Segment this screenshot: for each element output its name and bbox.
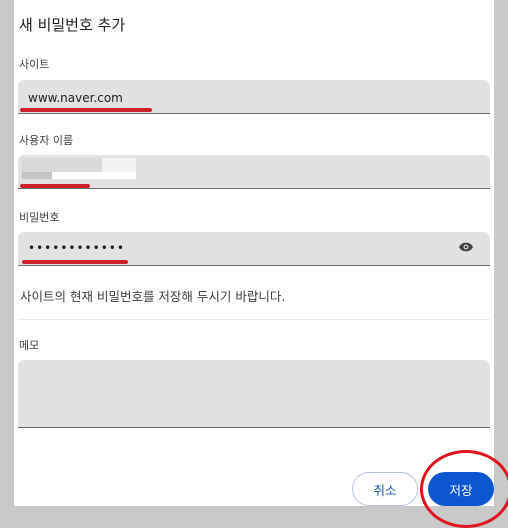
site-label: 사이트 (19, 58, 50, 71)
password-label: 비밀번호 (19, 211, 60, 224)
dialog-title: 새 비밀번호 추가 (19, 16, 126, 34)
memo-textarea[interactable] (18, 360, 490, 428)
cancel-button[interactable]: 취소 (352, 472, 418, 506)
username-redaction-2 (102, 158, 136, 172)
save-annotation-circle (420, 450, 508, 528)
password-description: 사이트의 현재 비밀번호를 저장해 두시기 바랍니다. (20, 289, 286, 304)
username-redaction (22, 158, 102, 172)
username-redaction-4 (52, 172, 136, 179)
username-label: 사용자 이름 (19, 134, 74, 147)
site-value: www.naver.com (28, 91, 123, 105)
memo-label: 메모 (19, 339, 40, 352)
add-password-dialog: 새 비밀번호 추가 사이트 www.naver.com 사용자 이름 비밀번호 … (14, 0, 494, 506)
username-annotation-underline (20, 184, 90, 188)
password-annotation-underline (22, 260, 128, 264)
eye-icon[interactable] (458, 242, 474, 252)
password-value: •••••••••••• (28, 241, 125, 255)
section-divider (18, 319, 490, 320)
site-annotation-underline (20, 108, 152, 112)
username-redaction-3 (22, 172, 52, 179)
